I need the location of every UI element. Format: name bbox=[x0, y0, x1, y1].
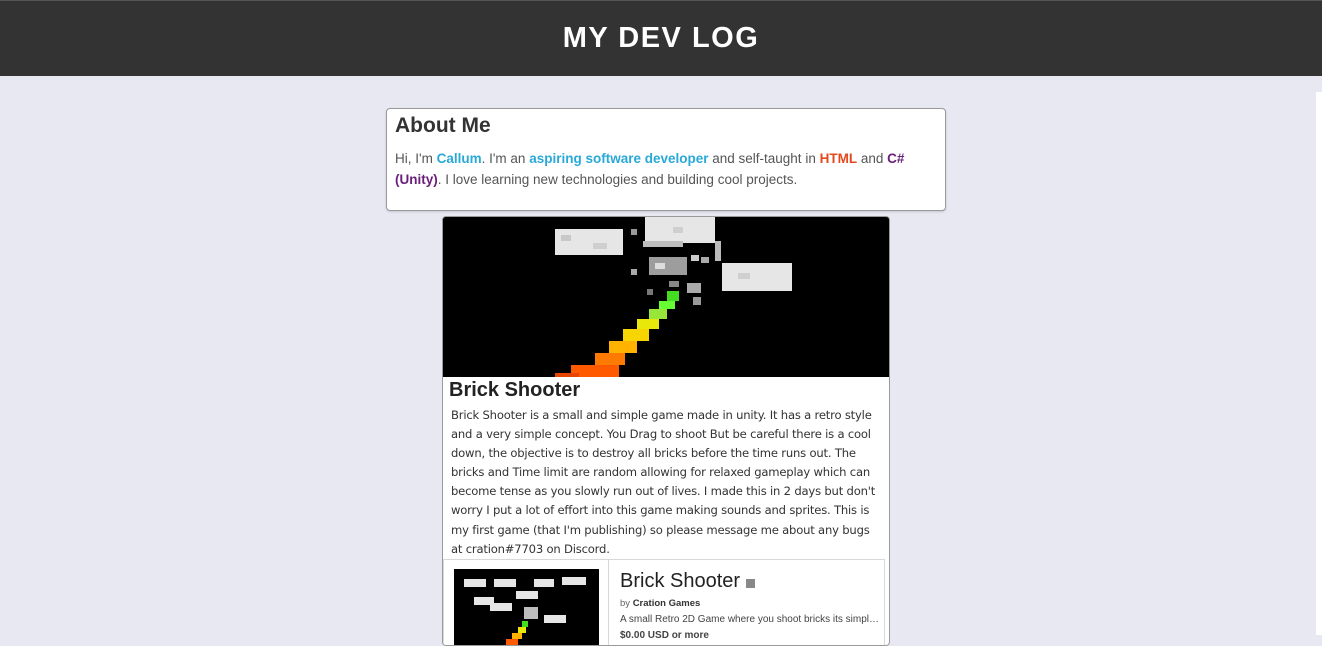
about-card: About Me Hi, I'm Callum. I'm an aspiring… bbox=[386, 108, 946, 211]
site-header: MY DEV LOG bbox=[0, 0, 1322, 76]
scrollbar-track[interactable] bbox=[1316, 92, 1322, 635]
embed-price: $0.00 USD or more bbox=[620, 630, 709, 641]
itch-embed-widget[interactable]: Brick Shooter by Cration Games A small R… bbox=[443, 559, 885, 646]
external-link-icon[interactable] bbox=[746, 579, 756, 588]
project-card: Brick Shooter Brick Shooter is a small a… bbox=[442, 216, 890, 646]
author-name: Callum bbox=[436, 151, 482, 166]
embed-thumbnail[interactable] bbox=[454, 569, 599, 646]
html-highlight: HTML bbox=[819, 151, 858, 166]
about-title: About Me bbox=[395, 114, 491, 137]
embed-author-line: by Cration Games bbox=[620, 598, 701, 609]
embed-description: A small Retro 2D Game where you shoot br… bbox=[620, 614, 882, 625]
embed-thumbnail-frame bbox=[444, 560, 609, 646]
site-title: MY DEV LOG bbox=[562, 22, 760, 54]
about-text: Hi, I'm Callum. I'm an aspiring software… bbox=[395, 151, 905, 187]
project-description: Brick Shooter is a small and simple game… bbox=[451, 408, 876, 556]
project-image[interactable] bbox=[443, 217, 889, 377]
role-highlight: aspiring software developer bbox=[529, 151, 709, 166]
embed-game-title[interactable]: Brick Shooter bbox=[620, 570, 756, 593]
project-title: Brick Shooter bbox=[449, 379, 581, 401]
embed-author-link[interactable]: Cration Games bbox=[633, 598, 701, 609]
